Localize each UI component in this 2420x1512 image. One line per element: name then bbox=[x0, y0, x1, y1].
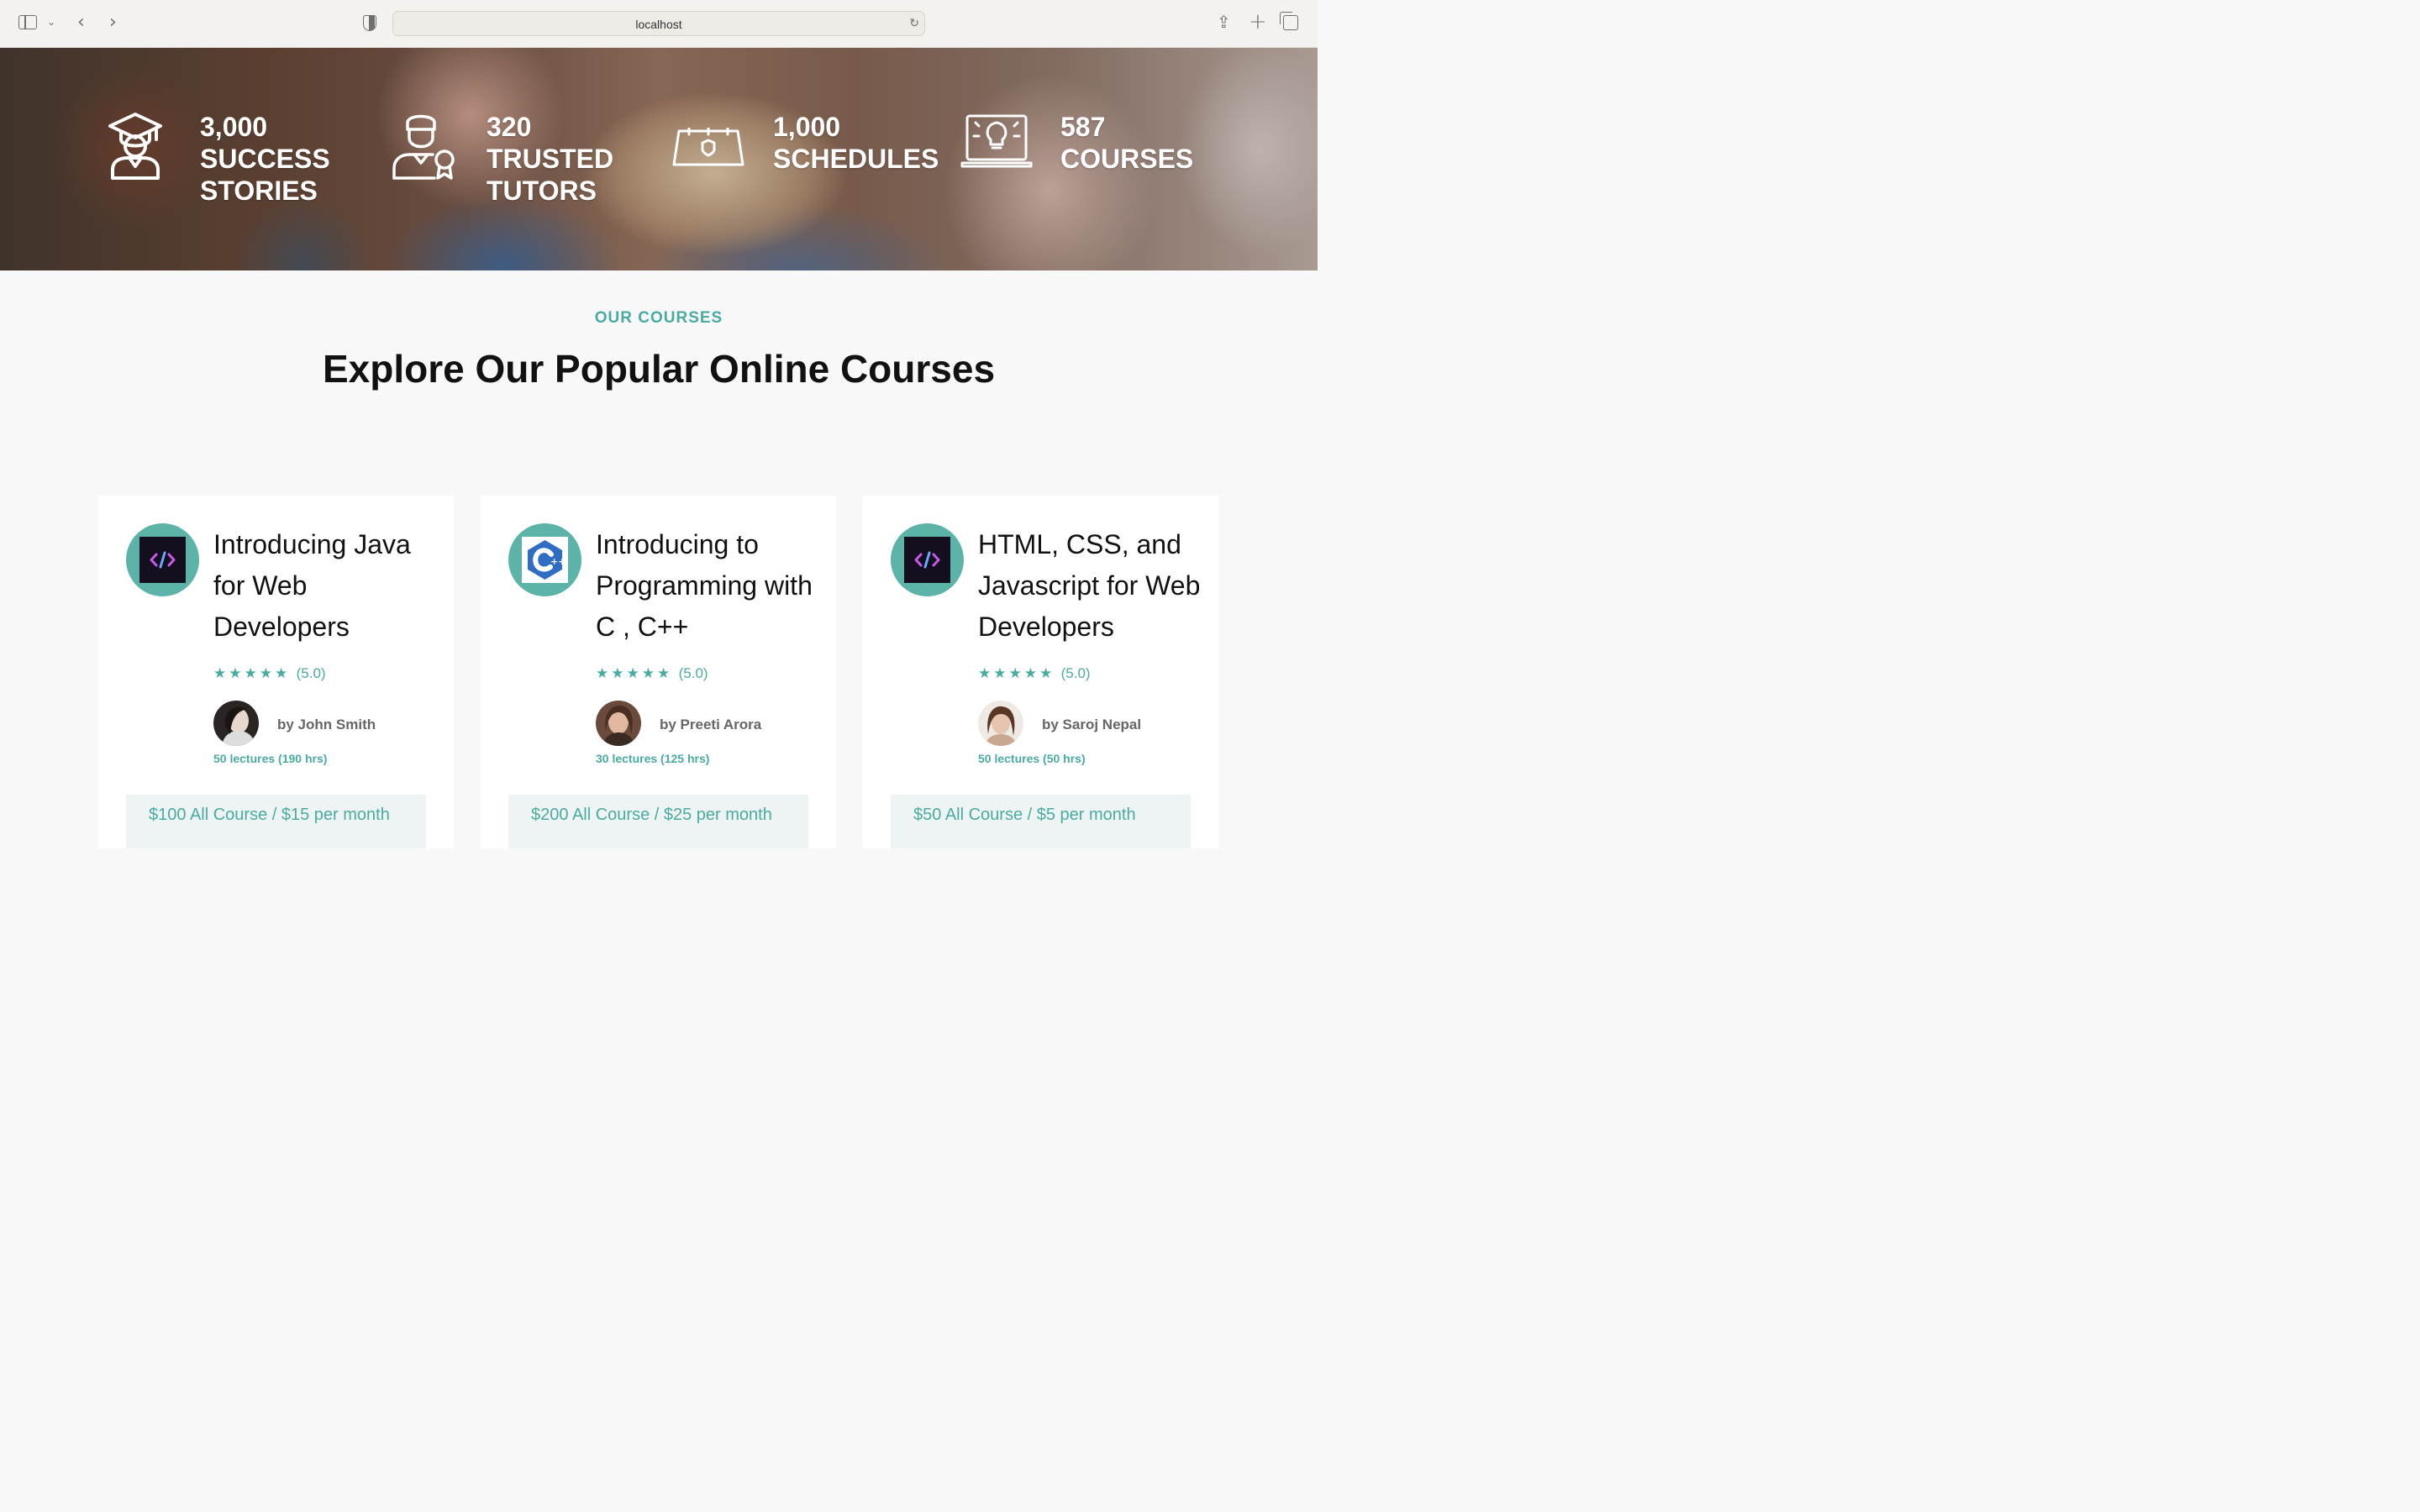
course-author[interactable]: by Preeti Arora bbox=[660, 717, 761, 733]
course-card[interactable]: HTML, CSS, and Javascript for Web Develo… bbox=[863, 496, 1218, 848]
code-icon bbox=[904, 537, 950, 583]
tutor-icon bbox=[392, 114, 455, 180]
course-lectures: 30 lectures (125 hrs) bbox=[596, 752, 710, 765]
stat-label-line: TRUSTED bbox=[487, 144, 614, 174]
avatar bbox=[978, 701, 1023, 746]
browser-toolbar: ⌄ ‹ › localhost ↻ ⇪ + bbox=[0, 0, 1318, 48]
back-arrow-icon[interactable]: ‹ bbox=[77, 12, 85, 33]
course-author[interactable]: by Saroj Nepal bbox=[1042, 717, 1141, 733]
course-rating: ★★★★★ (5.0) bbox=[213, 665, 326, 682]
stat-number: 320 bbox=[487, 112, 532, 142]
course-rating: ★★★★★ (5.0) bbox=[978, 665, 1091, 682]
course-rating: ★★★★★ (5.0) bbox=[596, 665, 708, 682]
avatar bbox=[596, 701, 641, 746]
stat-label-line: SUCCESS bbox=[200, 144, 330, 174]
url-text: localhost bbox=[635, 18, 682, 31]
course-title[interactable]: Introducing Java for Web Developers bbox=[213, 524, 440, 648]
stat-label-line: TUTORS bbox=[487, 176, 597, 206]
tab-overview-icon[interactable] bbox=[1280, 12, 1298, 30]
stat-label-line: SCHEDULES bbox=[773, 144, 939, 174]
rating-score: (5.0) bbox=[296, 665, 326, 681]
course-price[interactable]: $50 All Course / $5 per month bbox=[891, 795, 1191, 848]
course-price[interactable]: $200 All Course / $25 per month bbox=[508, 795, 808, 848]
star-icons: ★★★★★ bbox=[213, 665, 291, 682]
course-author[interactable]: by John Smith bbox=[277, 717, 376, 733]
laptop-bulb-icon bbox=[960, 114, 1033, 168]
stat-number: 3,000 bbox=[200, 112, 268, 142]
section-title: Explore Our Popular Online Courses bbox=[322, 347, 996, 391]
sidebar-toggle-icon[interactable] bbox=[18, 15, 37, 29]
course-title[interactable]: Introducing to Programming with C , C++ bbox=[596, 524, 823, 648]
privacy-shield-icon[interactable] bbox=[363, 15, 376, 31]
address-bar[interactable]: localhost ↻ bbox=[392, 11, 925, 36]
stat-label-line: STORIES bbox=[200, 176, 318, 206]
stat-label-line: COURSES bbox=[1060, 144, 1194, 174]
course-title[interactable]: HTML, CSS, and Javascript for Web Develo… bbox=[978, 524, 1205, 648]
reload-icon[interactable]: ↻ bbox=[909, 16, 919, 30]
course-card[interactable]: Introducing Java for Web Developers ★★★★… bbox=[98, 496, 454, 848]
cpp-icon: ++ bbox=[522, 537, 568, 583]
section-eyebrow: OUR COURSES bbox=[594, 309, 723, 327]
star-icons: ★★★★★ bbox=[596, 665, 673, 682]
avatar bbox=[213, 701, 259, 746]
rating-score: (5.0) bbox=[1060, 665, 1091, 681]
forward-arrow-icon[interactable]: › bbox=[109, 12, 117, 33]
course-badge bbox=[891, 523, 964, 596]
new-tab-icon[interactable]: + bbox=[1249, 9, 1267, 34]
stat-number: 1,000 bbox=[773, 112, 841, 142]
calendar-icon bbox=[672, 128, 744, 166]
course-price[interactable]: $100 All Course / $15 per month bbox=[126, 795, 426, 848]
stat-number: 587 bbox=[1060, 112, 1106, 142]
svg-text:++: ++ bbox=[550, 556, 566, 567]
chevron-down-icon[interactable]: ⌄ bbox=[47, 16, 55, 28]
rating-score: (5.0) bbox=[678, 665, 708, 681]
graduate-icon bbox=[108, 113, 162, 180]
course-badge bbox=[126, 523, 199, 596]
course-lectures: 50 lectures (190 hrs) bbox=[213, 752, 328, 765]
share-icon[interactable]: ⇪ bbox=[1217, 12, 1231, 32]
star-icons: ★★★★★ bbox=[978, 665, 1055, 682]
course-card[interactable]: ++ Introducing to Programming with C , C… bbox=[481, 496, 836, 848]
hero-banner: 3,000 SUCCESS STORIES 320 TRUSTED TUTORS bbox=[0, 48, 1318, 270]
course-lectures: 50 lectures (50 hrs) bbox=[978, 752, 1086, 765]
code-icon bbox=[139, 537, 186, 583]
course-badge: ++ bbox=[508, 523, 581, 596]
